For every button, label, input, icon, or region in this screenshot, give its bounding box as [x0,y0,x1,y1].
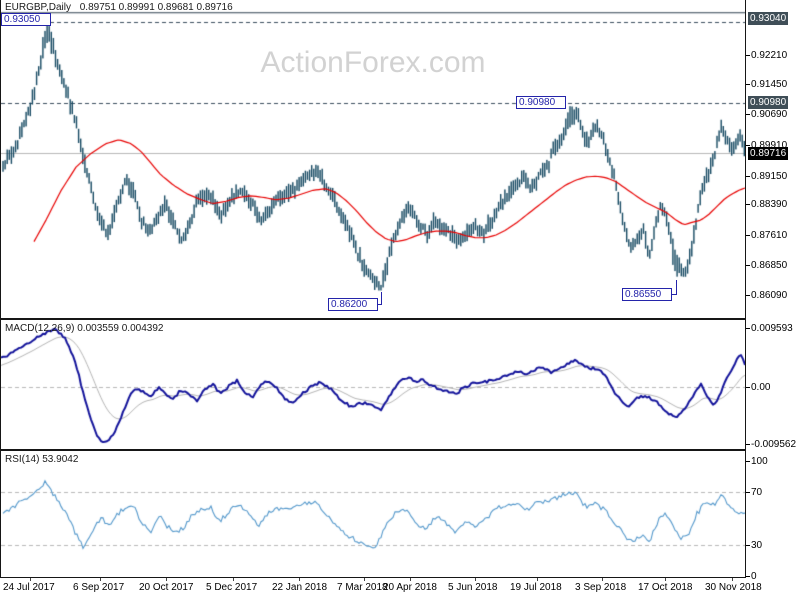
axis-value-label: 30 [751,540,763,551]
axis-value-label: 0.93040 [748,12,789,25]
date-label: 3 Sep 2018 [575,582,627,593]
time-axis-tick [602,578,603,581]
axis-tick-mark [746,387,750,388]
date-label: 5 Dec 2017 [206,582,258,593]
axis-tick-mark [746,204,750,205]
axis-tick-mark [746,176,750,177]
date-label: 20 Oct 2017 [139,582,194,593]
axis-tick-mark [746,576,750,577]
axis-value-label: 0.88390 [751,199,788,210]
axis-value-label: 0.00 [751,382,771,393]
axis-tick-mark [746,55,750,56]
axis-tick-mark [746,295,750,296]
axis-tick-mark [746,545,750,546]
date-label: 6 Sep 2017 [73,582,125,593]
price-panel: ActionForex.com EURGBP,Daily 0.89751 0.8… [0,0,746,319]
time-axis-tick [166,578,167,581]
time-axis-tick [475,578,476,581]
axis-value-label: 0.87610 [751,230,788,241]
date-label: 5 Jun 2018 [448,582,498,593]
chart-window: ActionForex.com EURGBP,Daily 0.89751 0.8… [0,0,800,600]
date-label: 17 Oct 2018 [638,582,693,593]
current-price-axis-label: 0.89716 [748,147,789,160]
axis-value-label: 0.91450 [751,79,788,90]
date-label: 30 Nov 2018 [705,582,762,593]
axis-tick-mark [746,328,750,329]
axis-value-label: 70 [751,487,763,498]
price-axis: 0.93040 0.92210 0.91450 0.90980 0.90690 0.899… [746,0,800,600]
macd-indicator-label: MACD(12,26,9) [5,323,75,334]
rsi-indicator-label: RSI(14) [5,454,40,465]
time-axis-tick [410,578,411,581]
date-label: 7 Mar 2018 [337,582,388,593]
axis-tick-mark [746,235,750,236]
date-label: 22 Jan 2018 [272,582,328,593]
chart-title: EURGBP,Daily 0.89751 0.89991 0.89681 0.8… [5,2,233,13]
rsi-title: RSI(14) 53.9042 [5,454,78,465]
axis-value-label: 0.89150 [751,171,788,182]
time-axis: 24 Jul 2017 6 Sep 2017 20 Oct 2017 5 Dec 20… [0,578,762,600]
axis-tick-mark [746,265,750,266]
time-axis-tick [100,578,101,581]
axis-tick-mark [746,461,750,462]
axis-value-label: 0.86850 [751,260,788,271]
axis-value-label: 0.92210 [751,50,788,61]
time-axis-tick [30,578,31,581]
time-axis-tick [364,578,365,581]
axis-tick-mark [746,84,750,85]
axis-value-label: 0.009593 [751,323,793,334]
rsi-indicator-value: 53.9042 [42,454,79,465]
axis-tick-mark [746,444,750,445]
axis-value-label: -0.009562 [751,439,797,450]
price-chart-canvas[interactable] [1,0,745,318]
axis-tick-mark [746,492,750,493]
rsi-panel: RSI(14) 53.9042 [0,450,746,578]
macd-chart-canvas[interactable] [1,320,745,449]
date-label: 20 Apr 2018 [383,582,437,593]
symbol-timeframe-label: EURGBP,Daily [5,2,71,13]
axis-value-label: 0.90690 [751,109,788,120]
time-axis-tick [233,578,234,581]
rsi-chart-canvas[interactable] [1,451,745,577]
time-axis-tick [299,578,300,581]
macd-title: MACD(12,26,9) 0.003559 0.004392 [5,323,163,334]
time-axis-tick [732,578,733,581]
axis-tick-mark [746,145,750,146]
axis-value-label: 100 [751,456,768,467]
time-axis-tick [665,578,666,581]
ohlc-values: 0.89751 0.89991 0.89681 0.89716 [79,2,233,13]
date-label: 19 Jul 2018 [510,582,562,593]
macd-panel: MACD(12,26,9) 0.003559 0.004392 [0,319,746,450]
time-axis-tick [537,578,538,581]
macd-indicator-values: 0.003559 0.004392 [77,323,164,334]
date-label: 24 Jul 2017 [3,582,55,593]
axis-value-label: 0.86090 [751,290,788,301]
axis-tick-mark [746,114,750,115]
